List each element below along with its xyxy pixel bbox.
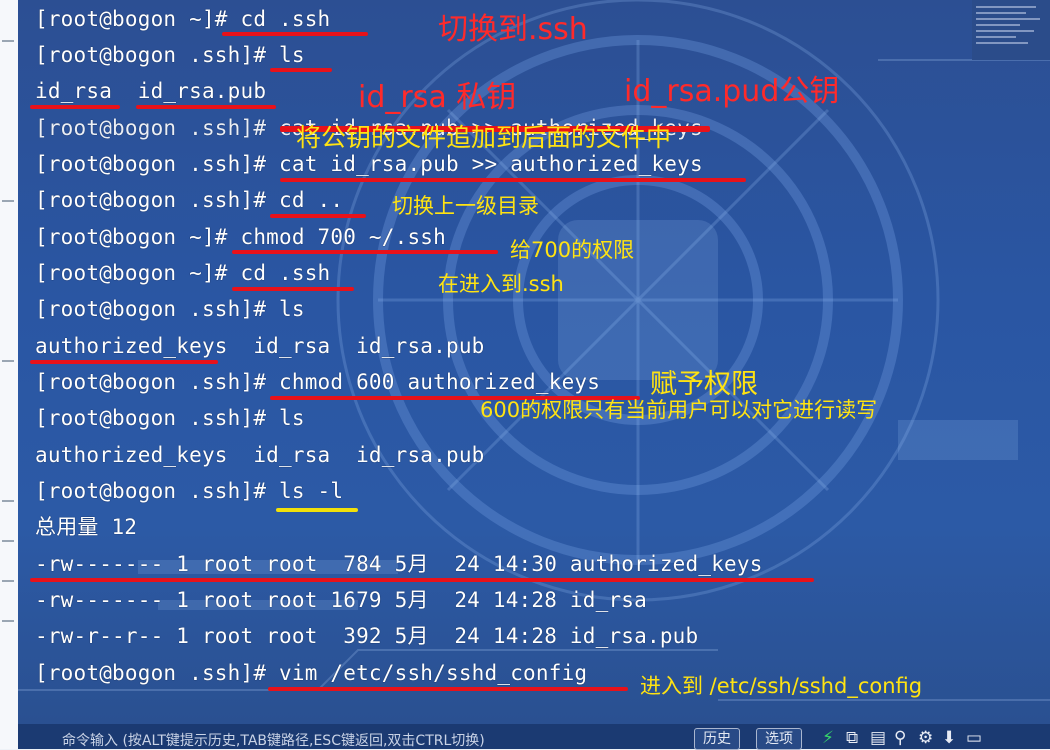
command-status-bar[interactable]: 命令输入 (按ALT键提示历史,TAB键路径,ESC键返回,双击CTRL切换) … xyxy=(18,724,1050,750)
file-icon[interactable]: ▤ xyxy=(870,728,886,748)
underline-mark xyxy=(30,360,218,364)
minimap-line xyxy=(976,36,1016,38)
terminal-line: [root@bogon .ssh]# cd .. xyxy=(35,188,344,212)
terminal-line: [root@bogon .ssh]# chmod 600 authorized_… xyxy=(35,370,601,394)
terminal-line: [root@bogon .ssh]# cat id_rsa.pub >> aut… xyxy=(35,152,703,176)
annotation-public-key: id_rsa.pud公钥 xyxy=(624,74,840,109)
annotation-private-key: id_rsa 私钥 xyxy=(358,80,517,115)
terminal-line: -rw------- 1 root root 1679 5月 24 14:28 … xyxy=(35,588,647,612)
annotation-append-pubkey: 将公钥的文件追加到后面的文件中 xyxy=(296,123,672,152)
terminal-line: id_rsa id_rsa.pub xyxy=(35,79,267,103)
edge-mark xyxy=(2,540,14,542)
terminal-line: [root@bogon .ssh]# ls -l xyxy=(35,479,344,503)
edge-mark xyxy=(2,620,14,622)
edge-mark xyxy=(2,360,14,362)
terminal-line: [root@bogon ~]# chmod 700 ~/.ssh xyxy=(35,225,446,249)
minimap-line xyxy=(976,42,1028,44)
edge-mark xyxy=(2,580,14,582)
options-button[interactable]: 选项 xyxy=(756,728,802,750)
terminal-line: [root@bogon ~]# cd .ssh xyxy=(35,261,331,285)
history-button[interactable]: 历史 xyxy=(694,728,740,750)
underline-mark xyxy=(232,250,498,254)
edge-mark xyxy=(2,200,14,202)
underline-mark xyxy=(270,68,332,72)
annotation-switch-ssh: 切换到.ssh xyxy=(438,12,588,47)
download-icon[interactable]: ⬇ xyxy=(942,728,956,748)
terminal-window[interactable]: [root@bogon ~]# cd .ssh [root@bogon .ssh… xyxy=(18,0,1050,749)
minimap-line xyxy=(976,24,1020,26)
copy-icon[interactable]: ⧉ xyxy=(846,728,858,748)
lightning-icon[interactable]: ⚡ xyxy=(822,728,834,748)
terminal-line: authorized_keys id_rsa id_rsa.pub xyxy=(35,443,485,467)
underline-mark xyxy=(268,687,628,691)
terminal-line: authorized_keys id_rsa id_rsa.pub xyxy=(35,334,485,358)
underline-mark xyxy=(222,32,368,36)
terminal-line: 总用量 12 xyxy=(35,515,138,539)
underline-mark xyxy=(30,578,814,582)
terminal-line: [root@bogon .ssh]# ls xyxy=(35,43,305,67)
edge-mark xyxy=(2,500,14,502)
terminal-line: [root@bogon .ssh]# ls xyxy=(35,297,305,321)
underline-mark xyxy=(270,214,366,218)
command-input-hint[interactable]: 命令输入 (按ALT键提示历史,TAB键路径,ESC键返回,双击CTRL切换) xyxy=(62,730,485,750)
terminal-line: -rw-r--r-- 1 root root 392 5月 24 14:28 i… xyxy=(35,624,699,648)
search-icon[interactable]: ⚲ xyxy=(894,728,906,748)
underline-mark xyxy=(276,508,358,512)
terminal-line: [root@bogon ~]# cd .ssh xyxy=(35,7,331,31)
gear-icon[interactable]: ⚙ xyxy=(918,728,933,748)
annotation-sshd-config: 进入到 /etc/ssh/sshd_config xyxy=(640,674,923,698)
underline-mark xyxy=(30,105,120,109)
terminal-line: [root@bogon .ssh]# vim /etc/ssh/sshd_con… xyxy=(35,661,588,685)
underline-mark xyxy=(136,105,276,109)
underline-mark xyxy=(280,178,746,182)
minimap-line xyxy=(976,6,1036,8)
annotation-give-700: 给700的权限 xyxy=(510,238,635,262)
minimap-line xyxy=(976,18,1040,20)
minimap-line xyxy=(976,12,1026,14)
annotation-go-up: 切换上一级目录 xyxy=(392,194,539,218)
terminal-line: -rw------- 1 root root 784 5月 24 14:30 a… xyxy=(35,552,763,576)
minimap-line xyxy=(976,30,1034,32)
edge-mark xyxy=(2,40,14,42)
annotation-perm-600: 600的权限只有当前用户可以对它进行读写 xyxy=(480,398,878,422)
window-icon[interactable]: ▭ xyxy=(966,728,982,748)
terminal-line: [root@bogon .ssh]# ls xyxy=(35,406,305,430)
underline-mark xyxy=(232,287,354,291)
scroll-minimap[interactable] xyxy=(972,0,1050,60)
host-window-edge xyxy=(0,0,19,749)
annotation-enter-ssh: 在进入到.ssh xyxy=(438,272,564,296)
